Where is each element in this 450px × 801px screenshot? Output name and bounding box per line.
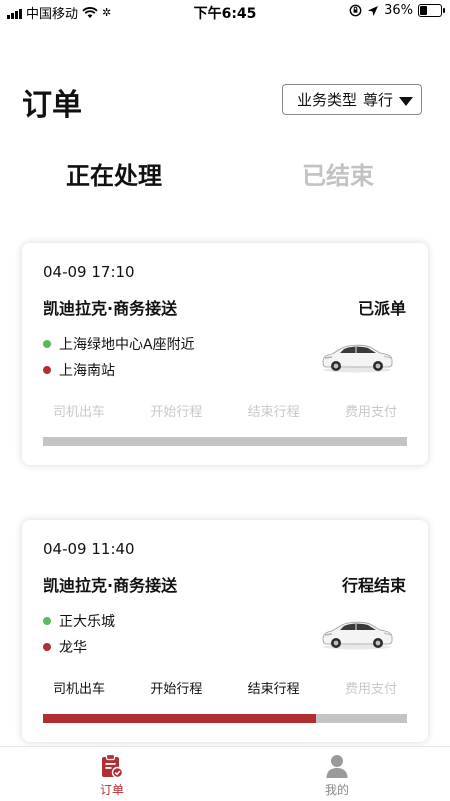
business-type-value: 尊行 — [363, 91, 394, 109]
order-time: 04-09 17:10 — [43, 263, 135, 281]
person-icon — [326, 755, 348, 778]
dropdown-caret-icon — [399, 97, 413, 106]
tab-processing[interactable]: 正在处理 — [66, 156, 162, 191]
bottom-tab-bar: 订单 我的 — [0, 746, 450, 801]
dropoff-location: 龙华 — [43, 637, 87, 657]
order-status: 行程结束 — [341, 576, 406, 595]
order-status: 已派单 — [357, 299, 406, 318]
business-type-label: 业务类型 — [297, 91, 358, 109]
step-trip-end: 结束行程 — [247, 682, 300, 697]
status-bar: 中国移动 ✲ 下午6:45 36% — [0, 0, 450, 24]
tab-finished[interactable]: 已结束 — [302, 156, 374, 191]
clipboard-check-icon — [102, 753, 124, 779]
page-title: 订单 — [22, 88, 82, 123]
rotation-lock-icon — [349, 4, 362, 17]
battery-percent: 36% — [384, 3, 413, 18]
pickup-text: 正大乐城 — [59, 614, 115, 630]
dropoff-dot-icon — [43, 366, 51, 374]
step-payment: 费用支付 — [344, 405, 397, 420]
pickup-dot-icon — [43, 340, 51, 348]
order-card[interactable]: 04-09 11:40 凯迪拉克·商务接送 行程结束 正大乐城 龙华 司机出车 … — [22, 520, 428, 742]
order-time: 04-09 11:40 — [43, 540, 135, 558]
order-card[interactable]: 04-09 17:10 凯迪拉克·商务接送 已派单 上海绿地中心A座附近 上海南… — [22, 243, 428, 465]
step-trip-end: 结束行程 — [247, 405, 300, 420]
step-trip-start: 开始行程 — [150, 405, 203, 420]
nav-orders-label: 订单 — [99, 783, 124, 797]
nav-mine[interactable]: 我的 — [297, 753, 377, 798]
progress-track — [43, 437, 407, 446]
step-driver-dispatch: 司机出车 — [52, 682, 105, 697]
dropoff-dot-icon — [43, 643, 51, 651]
car-icon — [322, 621, 393, 650]
step-payment: 费用支付 — [344, 682, 397, 697]
battery-icon — [418, 4, 445, 17]
progress-fill — [43, 714, 316, 723]
order-service: 凯迪拉克·商务接送 — [43, 299, 178, 318]
status-bar-right: 36% — [349, 3, 445, 18]
progress-steps: 司机出车 开始行程 结束行程 费用支付 — [43, 678, 407, 697]
step-driver-dispatch: 司机出车 — [52, 405, 105, 420]
battery-fill — [420, 6, 427, 15]
business-type-select[interactable]: 业务类型 尊行 — [282, 84, 422, 115]
dropoff-text: 龙华 — [59, 640, 87, 656]
pickup-location: 正大乐城 — [43, 611, 115, 631]
pickup-text: 上海绿地中心A座附近 — [59, 337, 195, 353]
pickup-dot-icon — [43, 617, 51, 625]
progress-steps: 司机出车 开始行程 结束行程 费用支付 — [43, 401, 407, 420]
nav-orders[interactable]: 订单 — [72, 753, 152, 798]
pickup-location: 上海绿地中心A座附近 — [43, 334, 195, 354]
dropoff-location: 上海南站 — [43, 360, 115, 380]
progress-track — [43, 714, 407, 723]
location-arrow-icon — [368, 5, 379, 16]
order-service: 凯迪拉克·商务接送 — [43, 576, 178, 595]
step-trip-start: 开始行程 — [150, 682, 203, 697]
dropoff-text: 上海南站 — [59, 363, 115, 379]
nav-mine-label: 我的 — [324, 783, 349, 797]
car-icon — [322, 344, 393, 373]
